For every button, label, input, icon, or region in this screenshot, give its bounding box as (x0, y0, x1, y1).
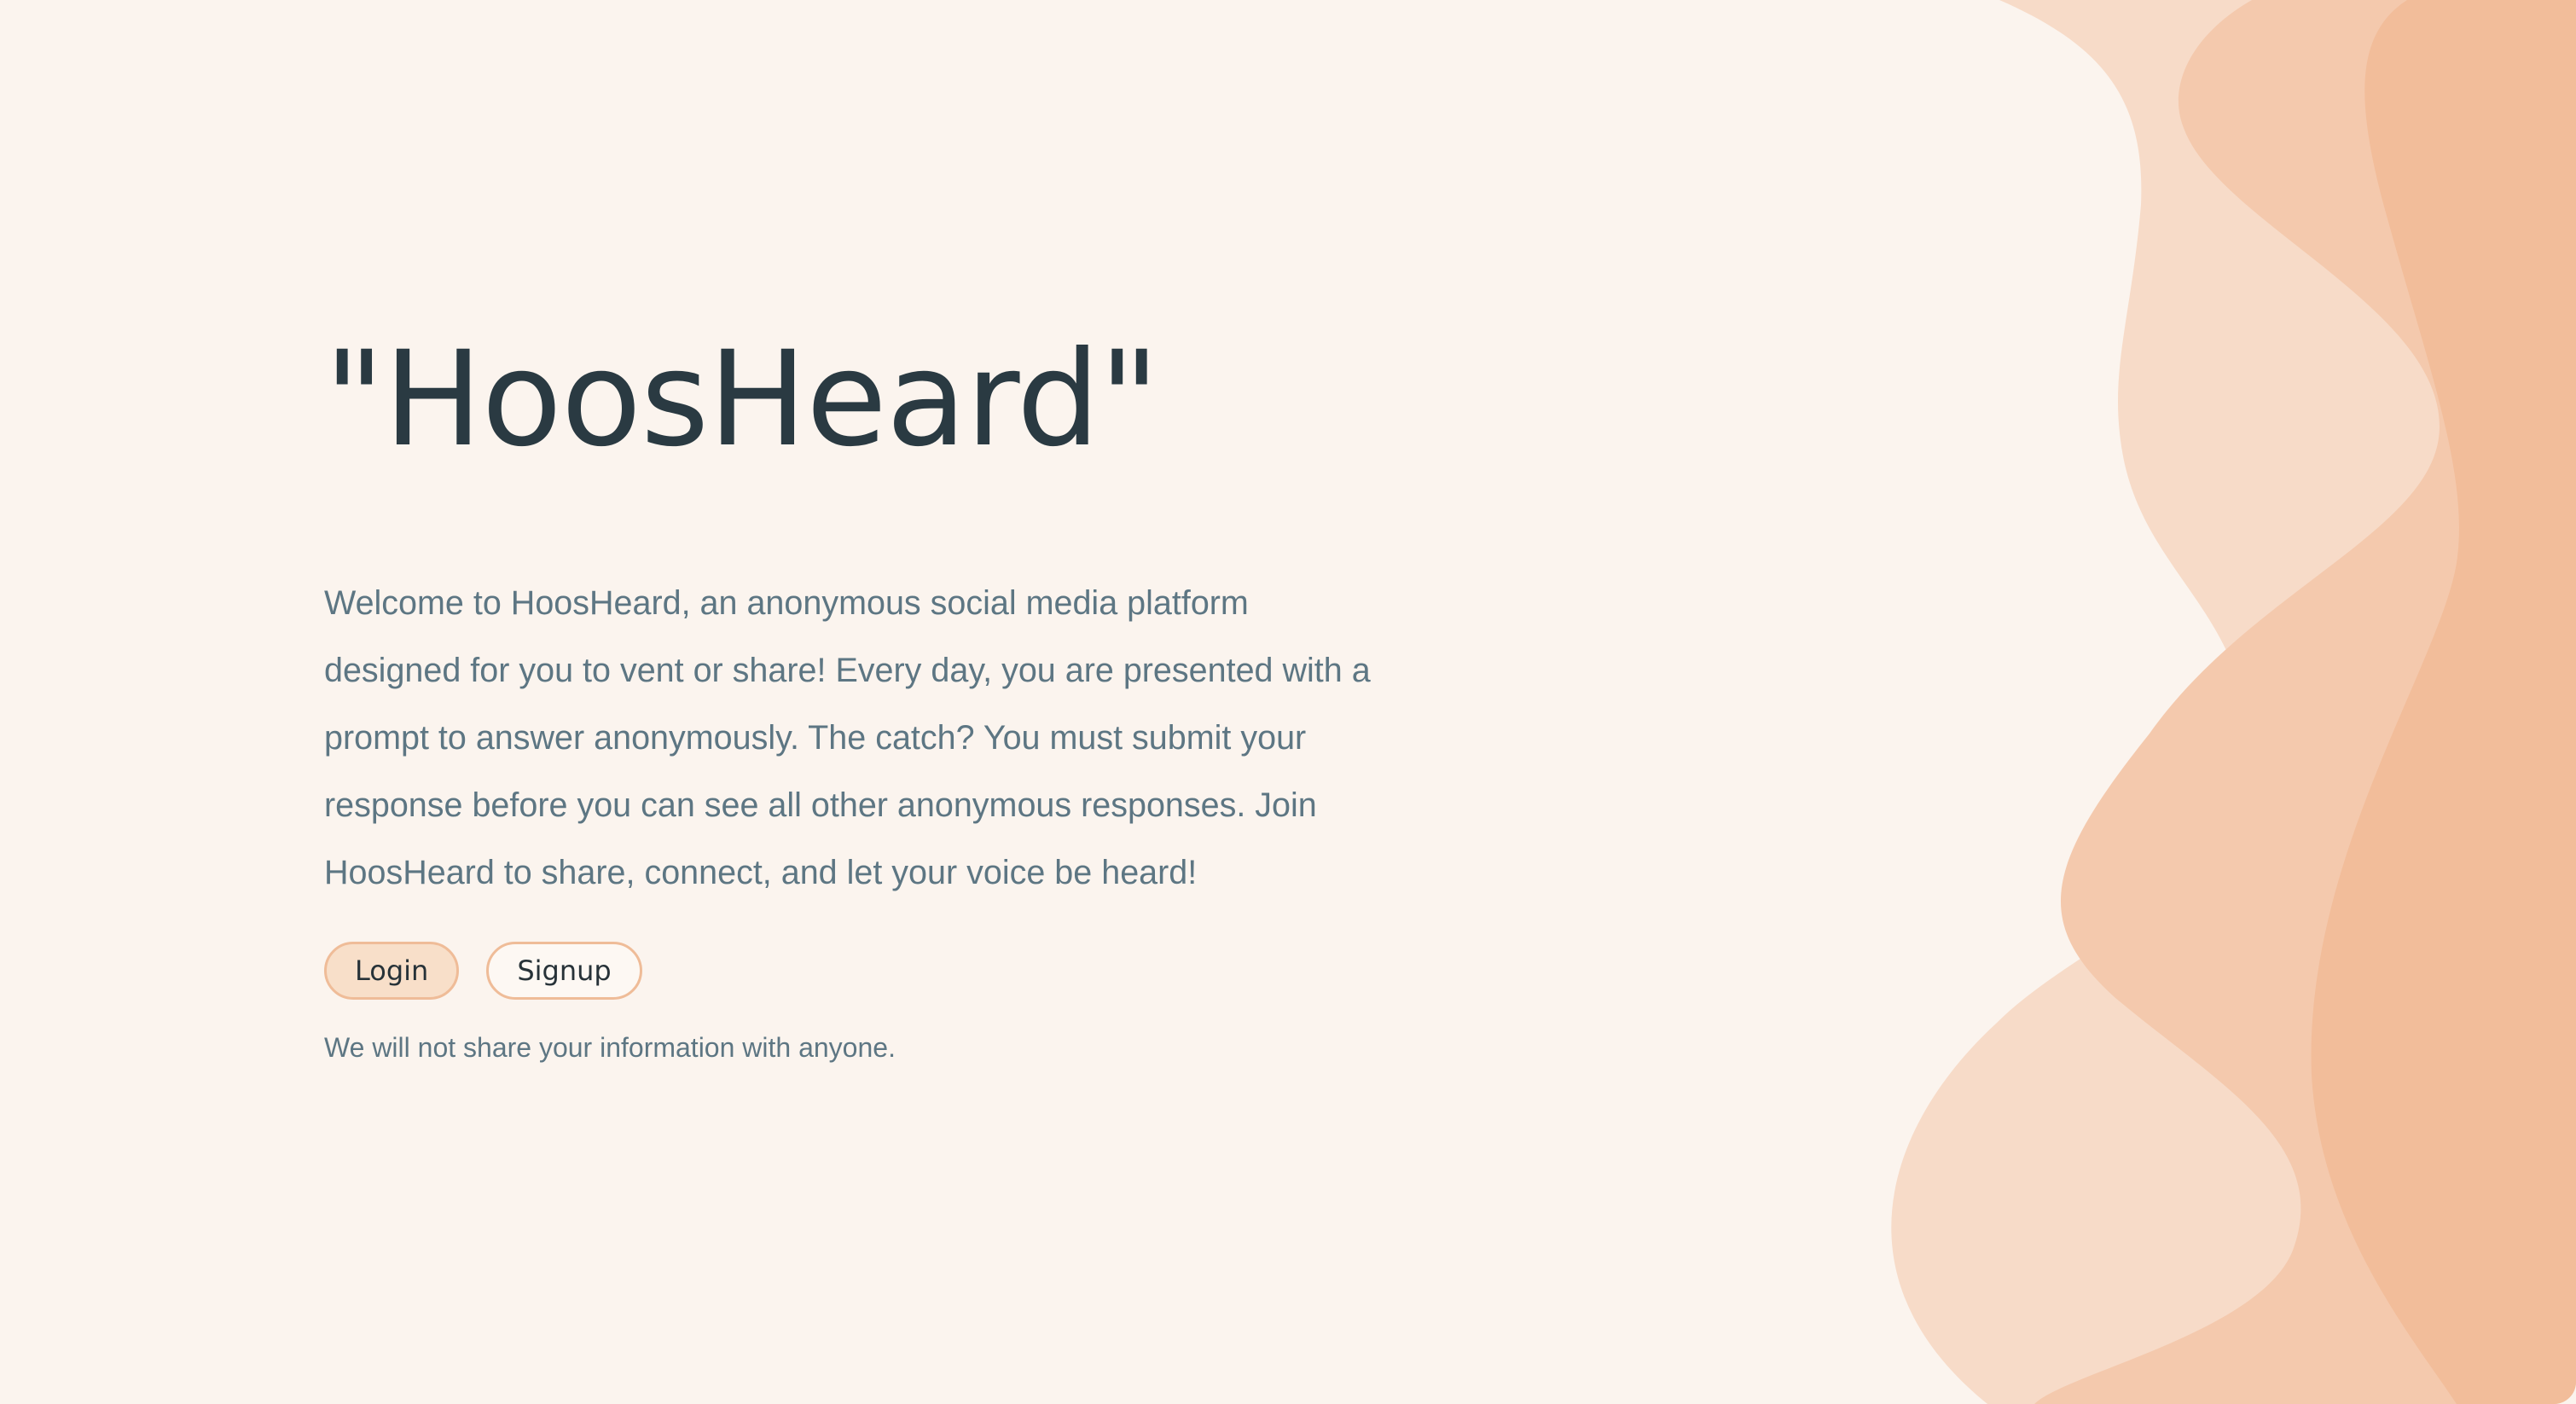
hero-section: "HoosHeard" Welcome to HoosHeard, an ano… (324, 323, 1399, 1063)
page-title: "HoosHeard" (324, 323, 1159, 476)
signup-button[interactable]: Signup (486, 942, 642, 1000)
privacy-note: We will not share your information with … (324, 1032, 896, 1063)
intro-paragraph: Welcome to HoosHeard, an anonymous socia… (324, 584, 1371, 891)
login-button[interactable]: Login (324, 942, 460, 1000)
landing-page: "HoosHeard" Welcome to HoosHeard, an ano… (0, 0, 2576, 1404)
auth-button-group: Login Signup (324, 942, 642, 1000)
